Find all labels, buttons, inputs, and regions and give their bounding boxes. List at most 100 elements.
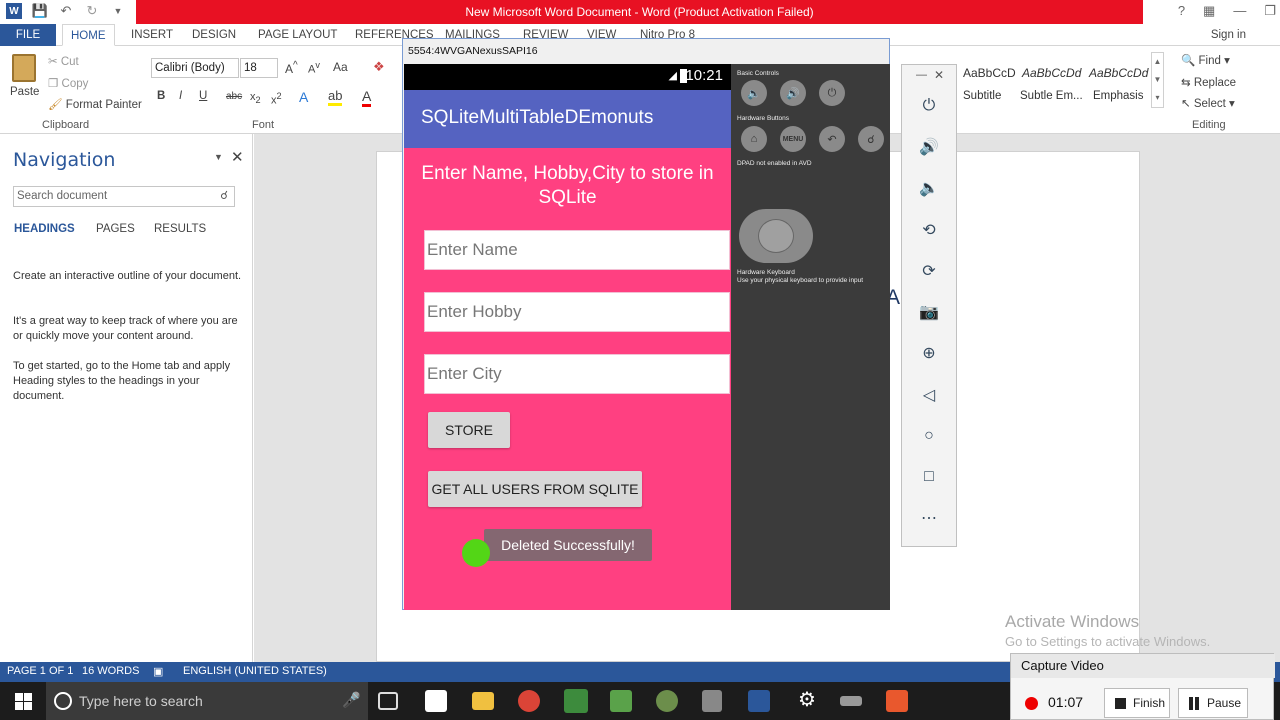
tab-headings[interactable]: HEADINGS	[14, 223, 75, 235]
change-case-icon[interactable]: Aa	[333, 60, 348, 74]
home-circle-icon[interactable]: ○	[919, 426, 939, 446]
camera-icon[interactable]: 📷	[919, 302, 939, 322]
nav-options-icon[interactable]: ▼	[214, 152, 223, 162]
underline-icon[interactable]: U	[199, 90, 207, 102]
back-icon[interactable]: ↶	[819, 126, 845, 152]
task-view-icon[interactable]	[378, 692, 398, 710]
hobby-field[interactable]	[424, 292, 730, 332]
dpad-control[interactable]	[739, 209, 813, 263]
shrink-font-icon[interactable]: Av	[308, 60, 320, 76]
settings-gear-icon[interactable]: ⚙	[794, 687, 820, 713]
style-emphasis[interactable]: Emphasis	[1093, 90, 1144, 102]
search-document-input[interactable]: Search document ☌	[13, 186, 235, 207]
proofing-icon[interactable]: ▣	[153, 665, 163, 678]
customize-qat-icon[interactable]: ▼	[110, 3, 126, 19]
rotate-left-icon[interactable]: ⟲	[919, 220, 939, 240]
style-subtle-emphasis[interactable]: Subtle Em...	[1020, 90, 1083, 102]
database-icon[interactable]	[702, 690, 722, 712]
back-triangle-icon[interactable]: ◁	[919, 385, 939, 405]
hobby-input[interactable]	[425, 293, 729, 331]
replace-button[interactable]: ⇆ Replace	[1181, 75, 1236, 89]
redo-icon[interactable]: ↻	[84, 3, 100, 19]
name-input[interactable]	[425, 231, 729, 269]
tab-file[interactable]: FILE	[0, 24, 56, 46]
get-all-users-button[interactable]: GET ALL USERS FROM SQLITE	[428, 471, 642, 507]
cut-button[interactable]: ✂ Cut	[48, 54, 79, 68]
name-field[interactable]	[424, 230, 730, 270]
home-icon[interactable]: ⌂	[741, 126, 767, 152]
subscript-icon[interactable]: x2	[250, 91, 261, 105]
font-family-select[interactable]: Calibri (Body)	[151, 58, 239, 78]
text-effects-icon[interactable]: A	[299, 89, 308, 105]
highlight-icon[interactable]: ab	[328, 88, 343, 106]
android-studio-icon[interactable]	[564, 689, 588, 713]
toolbar-close-icon[interactable]: ✕	[934, 68, 944, 82]
styles-scroll[interactable]: ▲ ▼ ▾	[1151, 52, 1164, 108]
tab-insert[interactable]: INSERT	[123, 24, 181, 46]
grow-font-icon[interactable]: A^	[285, 60, 298, 76]
language-indicator[interactable]: ENGLISH (UNITED STATES)	[183, 665, 327, 677]
tab-pages[interactable]: PAGES	[96, 223, 135, 235]
microphone-icon[interactable]: 🎤	[342, 691, 361, 709]
format-painter-label: Format Painter	[65, 99, 142, 111]
overview-square-icon[interactable]: □	[919, 467, 939, 487]
page-count[interactable]: PAGE 1 OF 1	[7, 665, 73, 677]
save-icon[interactable]: 💾	[32, 3, 48, 19]
windows-start-icon[interactable]	[0, 682, 46, 720]
clipboard-icon	[12, 54, 36, 82]
tab-results[interactable]: RESULTS	[154, 223, 206, 235]
clear-formatting-icon[interactable]: ❖	[373, 59, 385, 75]
minimize-icon[interactable]: —	[1233, 3, 1246, 19]
volume-up-icon[interactable]: 🔊	[780, 80, 806, 106]
volume-down-icon[interactable]: 🔈	[741, 80, 767, 106]
tab-page-layout[interactable]: PAGE LAYOUT	[250, 24, 345, 46]
chrome-icon[interactable]	[518, 690, 540, 712]
font-color-icon[interactable]: A	[362, 88, 372, 107]
rotate-right-icon[interactable]: ⟳	[919, 261, 939, 281]
format-painter-button[interactable]: 🖌 Format Painter	[48, 97, 142, 111]
search-icon[interactable]: ☌	[220, 187, 228, 206]
help-icon[interactable]: ?	[1178, 3, 1185, 19]
italic-icon[interactable]: I	[179, 90, 182, 102]
undo-icon[interactable]: ↶	[58, 3, 74, 19]
tab-design[interactable]: DESIGN	[184, 24, 244, 46]
select-button[interactable]: ↖ Select ▾	[1181, 96, 1235, 110]
superscript-icon[interactable]: x2	[271, 91, 282, 107]
bold-icon[interactable]: B	[157, 90, 165, 102]
nav-close-icon[interactable]: ✕	[231, 148, 244, 166]
ribbon-display-icon[interactable]: ▦	[1203, 3, 1215, 19]
city-field[interactable]	[424, 354, 730, 394]
power-icon[interactable]: ⏻	[919, 96, 939, 116]
sqlite-browser-icon[interactable]	[610, 690, 632, 712]
more-icon[interactable]: ⋯	[919, 508, 939, 528]
file-explorer-icon[interactable]	[472, 692, 494, 710]
restore-icon[interactable]: ❐	[1264, 3, 1276, 19]
zoom-icon[interactable]: ⊕	[919, 343, 939, 363]
menu-button[interactable]: MENU	[780, 126, 806, 152]
sign-in-link[interactable]: Sign in	[1211, 24, 1246, 46]
power-icon[interactable]: ⏻	[819, 80, 845, 106]
phone-screen[interactable]: ◢ 10:21 SQLiteMultiTableDEmonuts Enter N…	[404, 64, 731, 610]
word-taskbar-icon[interactable]	[748, 690, 770, 712]
search-hw-icon[interactable]: ☌	[858, 126, 884, 152]
city-input[interactable]	[425, 355, 729, 393]
strikethrough-icon[interactable]: abc	[226, 91, 242, 102]
word-count[interactable]: 16 WORDS	[82, 665, 139, 677]
pause-button[interactable]: Pause	[1178, 688, 1248, 718]
store-button[interactable]: STORE	[428, 412, 510, 448]
volume-up-icon[interactable]: 🔊	[919, 137, 939, 157]
font-size-select[interactable]: 18	[240, 58, 278, 78]
style-subtitle[interactable]: Subtitle	[963, 90, 1001, 102]
paste-button[interactable]: Paste	[8, 52, 40, 104]
maps-icon[interactable]	[656, 690, 678, 712]
toolbar-minimize-icon[interactable]: —	[916, 69, 927, 81]
copy-button[interactable]: ❐ Copy	[48, 76, 88, 90]
tab-home[interactable]: HOME	[62, 24, 115, 46]
emulator-taskbar-icon[interactable]	[840, 696, 862, 706]
volume-down-icon[interactable]: 🔈	[919, 178, 939, 198]
find-button[interactable]: 🔍 Find ▾	[1181, 53, 1230, 67]
finish-button[interactable]: Finish	[1104, 688, 1170, 718]
store-icon[interactable]	[425, 690, 447, 712]
taskbar-search[interactable]: Type here to search 🎤	[46, 682, 368, 720]
screen-recorder-icon[interactable]	[886, 690, 908, 712]
